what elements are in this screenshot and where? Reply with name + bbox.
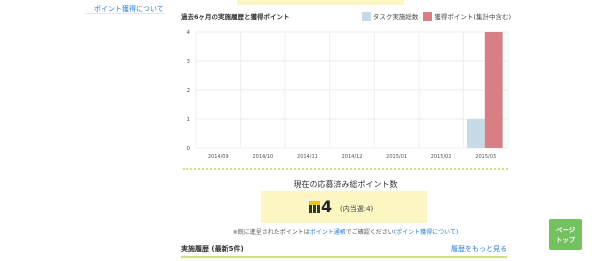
x-tick-label: 2014/09 (208, 154, 229, 160)
x-tick-label: 2015/02 (431, 154, 452, 160)
history-title: 実施履歴 (最新5件) (181, 245, 244, 253)
chart-title: 過去6ヶ月の実施履歴と獲得ポイント (181, 13, 290, 21)
note-middle: でご確認ください (345, 229, 394, 236)
point-about-link[interactable]: (ポイント獲得について) (394, 229, 459, 236)
bar-chart: 0 1 2 3 4 2014/09 2014/10 2014/11 2014/12 2015/01… (187, 30, 509, 160)
points-winning-count: (内当選:4) (340, 205, 374, 213)
page-top-button[interactable]: ページ トップ (549, 219, 582, 250)
sidebar-link-point-about[interactable]: ポイント獲得について (85, 0, 165, 14)
y-tick-label: 3 (187, 59, 191, 65)
legend-label-points: 獲得ポイント(集計中含む) (434, 13, 511, 21)
x-tick-label: 2015/01 (386, 154, 407, 160)
x-tick-label: 2014/12 (342, 154, 363, 160)
chart-legend: タスク実施総数 獲得ポイント(集計中含む) (357, 11, 511, 21)
bar-points (484, 32, 503, 148)
points-note: ※既に進呈されたポイントはポイント通帳でご確認ください(ポイント獲得について) (178, 227, 513, 236)
legend-swatch-points (423, 11, 433, 21)
bar-tasks (466, 119, 485, 148)
y-tick-label: 2 (187, 88, 191, 94)
points-box: 4 (内当選:4) (261, 191, 427, 223)
chart-header: 過去6ヶ月の実施履歴と獲得ポイント タスク実施総数 獲得ポイント(集計中含む) (181, 11, 511, 23)
main-content: 過去6ヶ月の実施履歴と獲得ポイント タスク実施総数 獲得ポイント(集計中含む) … (178, 0, 513, 261)
points-title: 現在の応募済み総ポイント数 (293, 180, 398, 189)
legend-swatch-tasks (361, 11, 371, 21)
y-tick-label: 0 (187, 146, 191, 152)
note-prefix: ※既に進呈されたポイントは (232, 229, 310, 236)
point-passbook-link[interactable]: ポイント通帳 (310, 229, 346, 236)
y-tick-label: 4 (187, 30, 191, 36)
points-icon (309, 201, 320, 213)
page-top-line1: ページ (555, 226, 576, 234)
y-tick-label: 1 (187, 117, 191, 123)
sidebar-nav: ポイント獲得について (85, 0, 165, 14)
page-top-line2: トップ (555, 236, 576, 244)
history-header: 実施履歴 (最新5件) 履歴をもっと見る (181, 244, 507, 258)
legend-label-tasks: タスク実施総数 (372, 13, 419, 21)
dotted-divider (183, 168, 508, 170)
history-more-link[interactable]: 履歴をもっと見る (451, 244, 507, 254)
x-tick-label: 2014/10 (252, 154, 273, 160)
points-value: 4 (321, 197, 333, 216)
x-tick-label: 2014/11 (297, 154, 318, 160)
x-tick-label: 2015/03 (475, 154, 496, 160)
